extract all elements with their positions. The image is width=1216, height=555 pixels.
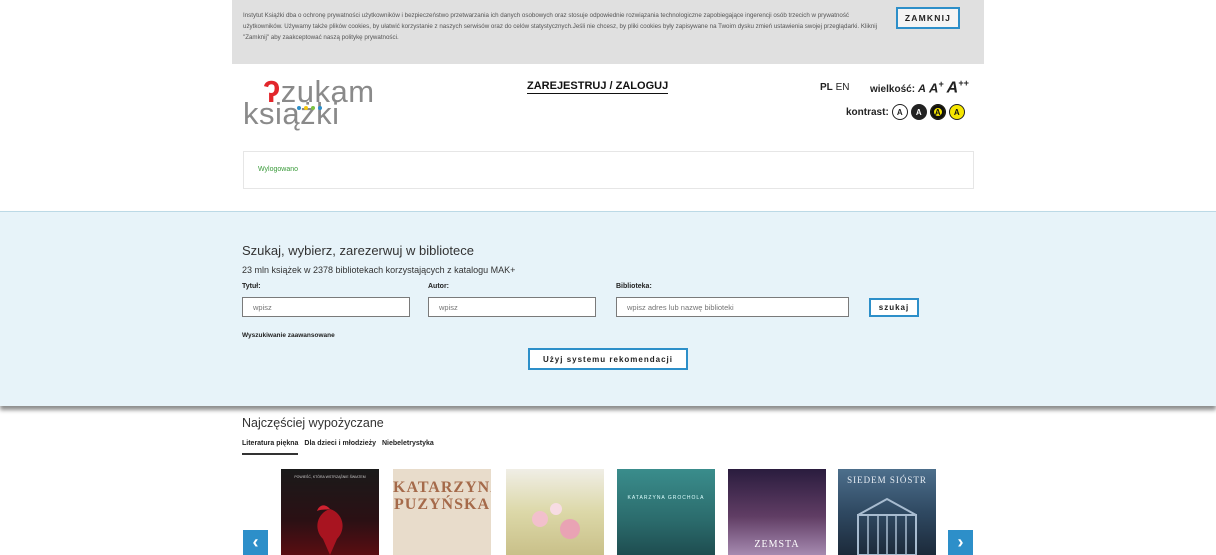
- cookie-banner: Instytut Książki dba o ochronę prywatnoś…: [232, 0, 984, 64]
- tab-children[interactable]: Dla dzieci i młodzieży: [304, 440, 376, 455]
- contrast-black-yellow-button[interactable]: A: [929, 104, 946, 120]
- contrast-yellow-black-button[interactable]: A: [948, 104, 965, 120]
- book-cover-2[interactable]: KATARZYNA PUZYŃSKA: [393, 469, 491, 555]
- font-size-switcher: wielkość: A A+ A++: [870, 78, 969, 97]
- book-cover-6[interactable]: SIEDEM SIÓSTR: [838, 469, 936, 555]
- lang-pl[interactable]: PL: [820, 82, 833, 93]
- status-message: Wylogowano: [258, 166, 299, 173]
- logo[interactable]: ʔzukam książki: [243, 76, 374, 134]
- advanced-search-link[interactable]: Wyszukiwanie zaawansowane: [242, 332, 335, 339]
- language-switcher: PL EN: [820, 82, 852, 93]
- contrast-switcher: kontrast: A A A A: [846, 104, 965, 120]
- logo-dots-icon: [297, 106, 327, 114]
- lang-en[interactable]: EN: [836, 82, 850, 93]
- book-cover-5[interactable]: ZEMSTA: [728, 469, 826, 555]
- tab-nonfiction[interactable]: Niebeletrystyka: [382, 440, 434, 455]
- tab-fiction[interactable]: Literatura piękna: [242, 440, 299, 455]
- register-login-link[interactable]: ZAREJESTRUJ / ZALOGUJ: [527, 80, 669, 94]
- library-label: Biblioteka:: [616, 283, 652, 290]
- size-large-button[interactable]: A++: [947, 78, 969, 97]
- search-button[interactable]: szukaj: [869, 298, 919, 317]
- contrast-black-white-button[interactable]: A: [910, 104, 927, 120]
- title-label: Tytuł:: [242, 283, 261, 290]
- carousel-prev-arrow-icon[interactable]: ‹: [243, 530, 268, 555]
- author-label: Autor:: [428, 283, 449, 290]
- popular-title: Najczęściej wypożyczane: [242, 416, 384, 430]
- author-input[interactable]: [428, 297, 596, 317]
- search-panel: Szukaj, wybierz, zarezerwuj w bibliotece…: [0, 211, 1216, 406]
- library-input[interactable]: [616, 297, 849, 317]
- book-cover-4[interactable]: KATARZYNA GROCHOLA: [617, 469, 715, 555]
- logo-bottom-text: książki: [243, 96, 340, 131]
- cookie-text: Instytut Książki dba o ochronę prywatnoś…: [243, 12, 878, 41]
- cookie-close-button[interactable]: ZAMKNIJ: [896, 7, 960, 29]
- search-title: Szukaj, wybierz, zarezerwuj w bibliotece: [242, 243, 474, 258]
- title-input[interactable]: [242, 297, 410, 317]
- size-label: wielkość:: [870, 84, 916, 96]
- contrast-default-button[interactable]: A: [891, 104, 908, 120]
- book-cover-3[interactable]: [506, 469, 604, 555]
- book-cover-1[interactable]: POWIEŚĆ, KTÓRA WSTRZĄŚNIE ŚWIATEM: [281, 469, 379, 555]
- size-small-button[interactable]: A: [918, 83, 926, 95]
- carousel-next-arrow-icon[interactable]: ›: [948, 530, 973, 555]
- recommendation-button[interactable]: Użyj systemu rekomendacji: [528, 348, 688, 370]
- contrast-label: kontrast:: [846, 106, 889, 118]
- status-box: Wylogowano: [243, 151, 974, 189]
- size-medium-button[interactable]: A+: [929, 79, 944, 95]
- popular-tabs: Literatura piękna Dla dzieci i młodzieży…: [242, 440, 434, 455]
- search-subtitle: 23 mln książek w 2378 bibliotekach korzy…: [242, 265, 516, 275]
